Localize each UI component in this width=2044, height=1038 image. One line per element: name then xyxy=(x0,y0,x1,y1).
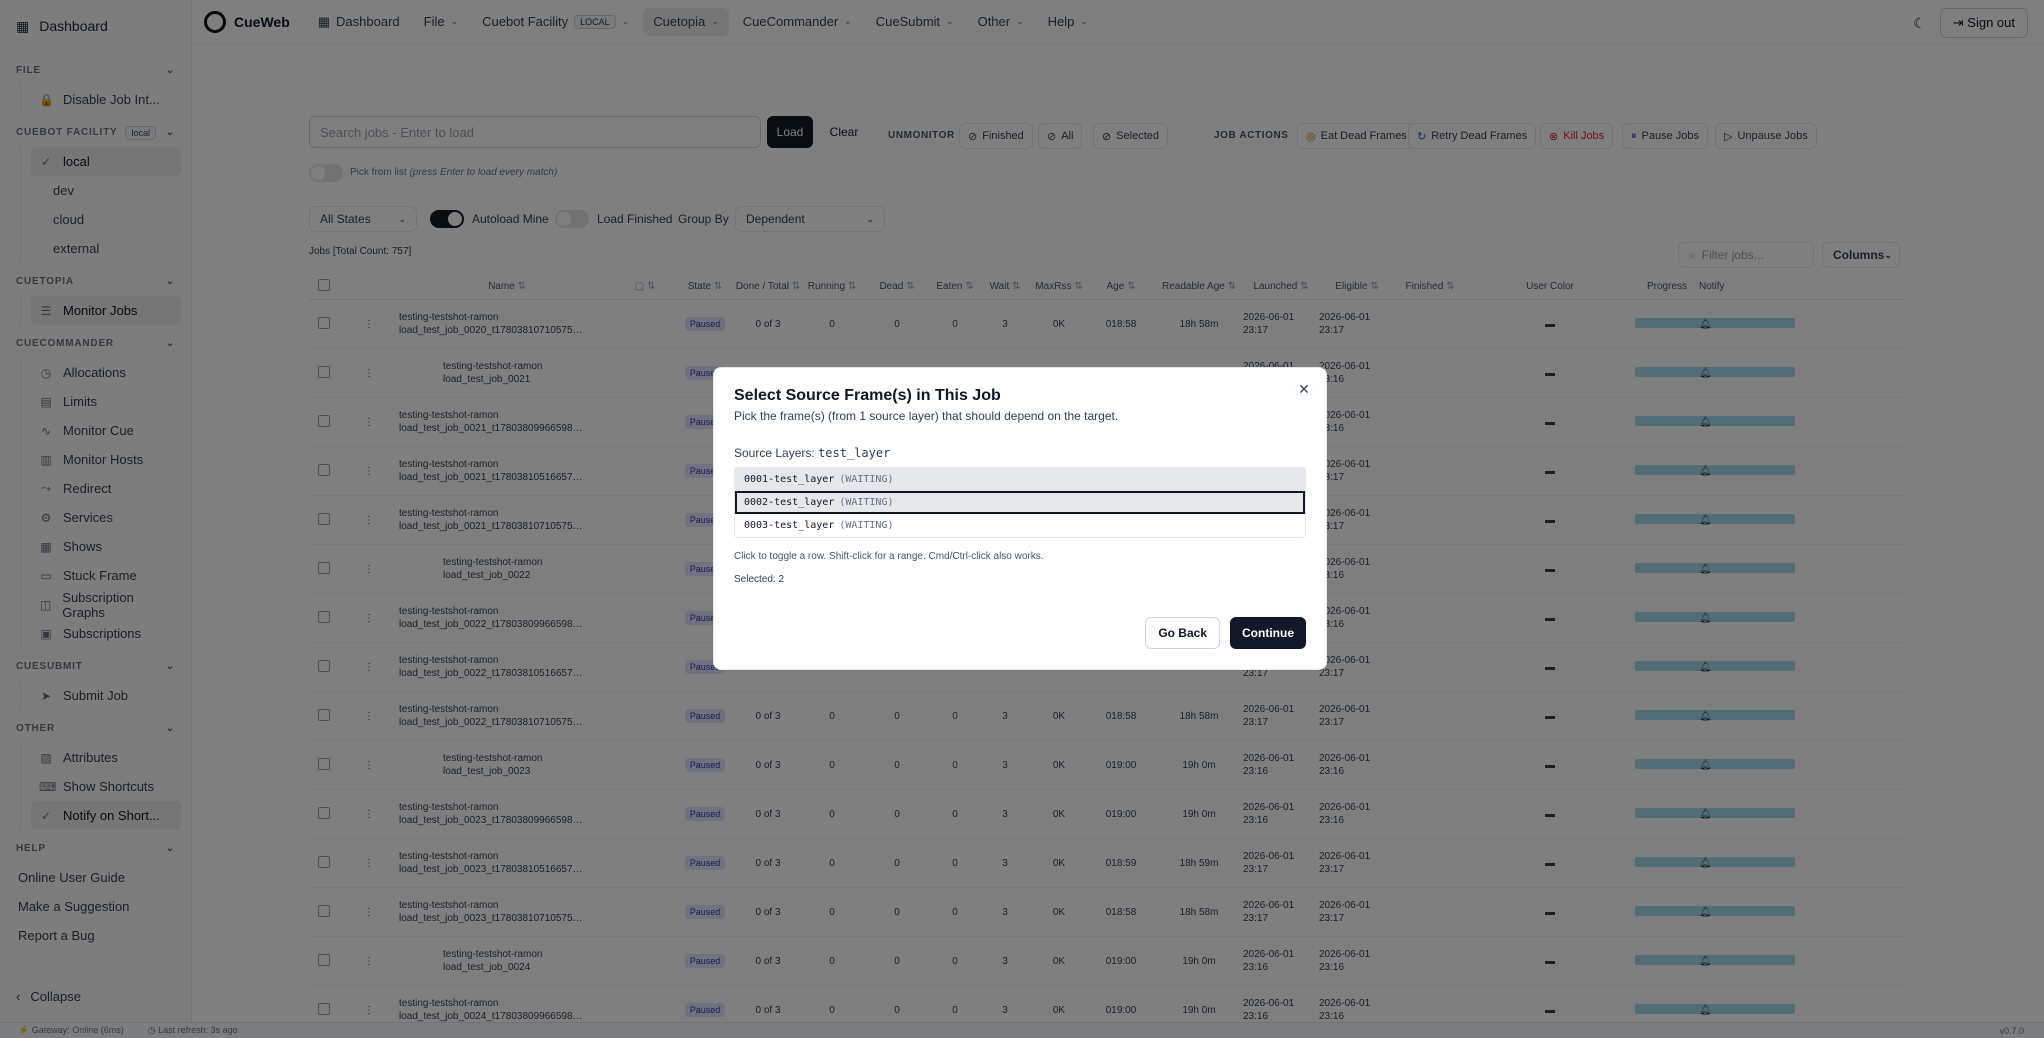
frame-state: (WAITING) xyxy=(839,520,894,531)
dialog-description: Pick the frame(s) (from 1 source layer) … xyxy=(734,409,1119,423)
selection-hint: Click to toggle a row. Shift-click for a… xyxy=(734,551,1044,562)
dialog-title: Select Source Frame(s) in This Job xyxy=(734,387,1001,404)
select-source-frames-dialog: ✕ Select Source Frame(s) in This Job Pic… xyxy=(713,367,1327,670)
continue-button[interactable]: Continue xyxy=(1230,617,1306,649)
frame-state: (WAITING) xyxy=(839,474,894,485)
frame-list: 0001-test_layer (WAITING) 0002-test_layer (… xyxy=(734,467,1306,538)
selected-count: Selected: 2 xyxy=(734,574,785,585)
frame-row[interactable]: 0002-test_layer (WAITING) xyxy=(735,491,1305,514)
dialog-actions: Go Back Continue xyxy=(1145,617,1306,649)
frame-name: 0003-test_layer xyxy=(744,520,835,531)
frame-name: 0001-test_layer xyxy=(744,474,835,485)
source-layers-value: test_layer xyxy=(818,446,891,460)
source-layers-label: Source Layers: xyxy=(734,446,815,460)
frame-name: 0002-test_layer xyxy=(744,497,835,508)
frame-row[interactable]: 0001-test_layer (WAITING) xyxy=(735,468,1305,491)
close-icon[interactable]: ✕ xyxy=(1296,381,1312,397)
source-layers: Source Layers: test_layer xyxy=(734,446,1306,460)
frame-state: (WAITING) xyxy=(839,497,894,508)
go-back-button[interactable]: Go Back xyxy=(1145,617,1220,649)
frame-row[interactable]: 0003-test_layer (WAITING) xyxy=(735,514,1305,537)
